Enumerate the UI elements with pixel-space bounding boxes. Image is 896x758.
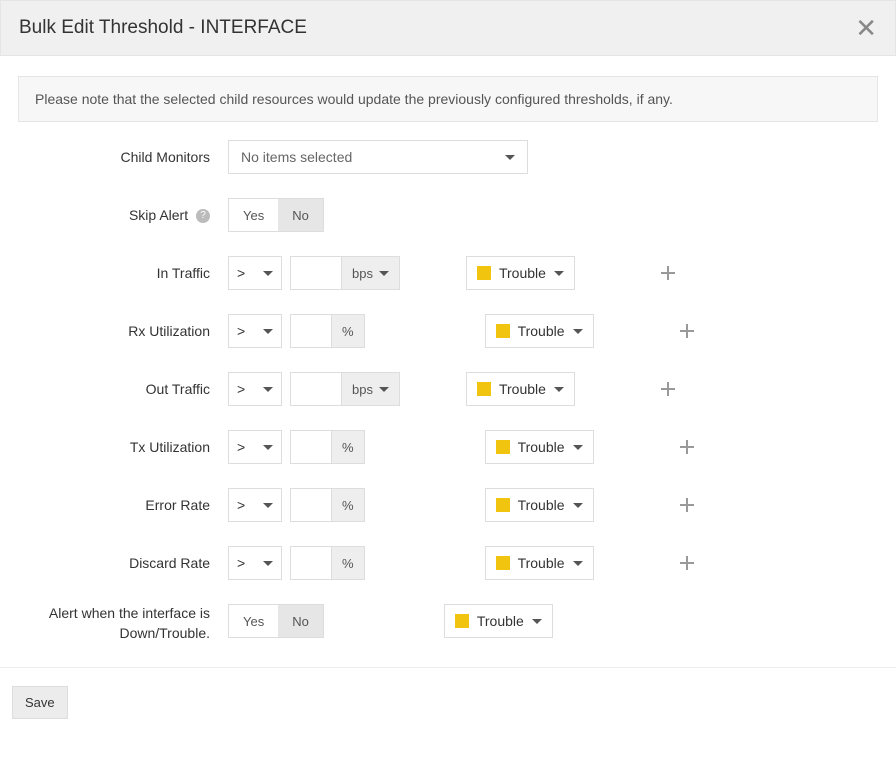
discard-rate-status[interactable]: Trouble [485,546,594,580]
tx-util-add[interactable] [670,430,704,464]
error-rate-value[interactable] [291,489,331,521]
row-skip-alert: Skip Alert ? Yes No [18,198,878,232]
chevron-down-icon [573,329,583,334]
chevron-down-icon [554,387,564,392]
in-traffic-value[interactable] [291,257,341,289]
chevron-down-icon [573,503,583,508]
discard-rate-value[interactable] [291,547,331,579]
tx-util-value-group: % [290,430,365,464]
row-alert-when-down: Alert when the interface is Down/Trouble… [18,604,878,643]
row-out-traffic: Out Traffic > bps Trouble [18,372,878,406]
in-traffic-status[interactable]: Trouble [466,256,575,290]
alert-when-down-no[interactable]: No [278,605,323,637]
discard-rate-add[interactable] [670,546,704,580]
label-rx-util: Rx Utilization [18,315,228,347]
info-notice: Please note that the selected child reso… [18,76,878,122]
label-out-traffic: Out Traffic [18,373,228,405]
label-in-traffic: In Traffic [18,257,228,289]
divider [0,667,896,668]
status-color-icon [496,440,510,454]
error-rate-status[interactable]: Trouble [485,488,594,522]
chevron-down-icon [573,445,583,450]
out-traffic-unit[interactable]: bps [341,373,399,405]
row-rx-util: Rx Utilization > % Trouble [18,314,878,348]
alert-when-down-toggle: Yes No [228,604,324,638]
error-rate-add[interactable] [670,488,704,522]
rx-util-operator[interactable]: > [228,314,282,348]
label-discard-rate: Discard Rate [18,547,228,579]
dialog-title: Bulk Edit Threshold - INTERFACE [19,17,307,39]
out-traffic-status[interactable]: Trouble [466,372,575,406]
chevron-down-icon [263,445,273,450]
discard-rate-unit: % [331,547,364,579]
chevron-down-icon [573,561,583,566]
rx-util-status[interactable]: Trouble [485,314,594,348]
chevron-down-icon [263,561,273,566]
label-child-monitors: Child Monitors [18,141,228,173]
status-color-icon [455,614,469,628]
chevron-down-icon [263,329,273,334]
tx-util-operator[interactable]: > [228,430,282,464]
footer: Save [0,686,896,739]
row-tx-util: Tx Utilization > % Trouble [18,430,878,464]
in-traffic-add[interactable] [651,256,685,290]
rx-util-add[interactable] [670,314,704,348]
skip-alert-no[interactable]: No [278,199,323,231]
chevron-down-icon [505,155,515,160]
row-error-rate: Error Rate > % Trouble [18,488,878,522]
status-color-icon [496,324,510,338]
out-traffic-value-group: bps [290,372,400,406]
out-traffic-add[interactable] [651,372,685,406]
child-monitors-select[interactable]: No items selected [228,140,528,174]
row-discard-rate: Discard Rate > % Trouble [18,546,878,580]
form-area: Child Monitors No items selected Skip Al… [0,140,896,643]
alert-when-down-status[interactable]: Trouble [444,604,553,638]
error-rate-operator[interactable]: > [228,488,282,522]
row-in-traffic: In Traffic > bps Trouble [18,256,878,290]
rx-util-value-group: % [290,314,365,348]
discard-rate-operator[interactable]: > [228,546,282,580]
label-alert-when-down: Alert when the interface is Down/Trouble… [18,604,228,643]
info-icon[interactable]: ? [196,209,210,223]
close-icon[interactable]: ✕ [855,15,877,41]
child-monitors-value: No items selected [241,149,352,165]
discard-rate-value-group: % [290,546,365,580]
in-traffic-operator[interactable]: > [228,256,282,290]
in-traffic-unit[interactable]: bps [341,257,399,289]
rx-util-unit: % [331,315,364,347]
label-error-rate: Error Rate [18,489,228,521]
label-skip-alert: Skip Alert ? [18,199,228,231]
in-traffic-value-group: bps [290,256,400,290]
error-rate-unit: % [331,489,364,521]
chevron-down-icon [263,387,273,392]
chevron-down-icon [554,271,564,276]
chevron-down-icon [379,387,389,392]
tx-util-value[interactable] [291,431,331,463]
status-color-icon [477,266,491,280]
error-rate-value-group: % [290,488,365,522]
label-tx-util: Tx Utilization [18,431,228,463]
chevron-down-icon [379,271,389,276]
dialog-header: Bulk Edit Threshold - INTERFACE ✕ [0,0,896,56]
status-color-icon [496,498,510,512]
status-color-icon [477,382,491,396]
chevron-down-icon [532,619,542,624]
alert-when-down-yes[interactable]: Yes [229,605,278,637]
chevron-down-icon [263,271,273,276]
skip-alert-toggle: Yes No [228,198,324,232]
out-traffic-value[interactable] [291,373,341,405]
row-child-monitors: Child Monitors No items selected [18,140,878,174]
tx-util-unit: % [331,431,364,463]
out-traffic-operator[interactable]: > [228,372,282,406]
tx-util-status[interactable]: Trouble [485,430,594,464]
skip-alert-yes[interactable]: Yes [229,199,278,231]
chevron-down-icon [263,503,273,508]
rx-util-value[interactable] [291,315,331,347]
status-color-icon [496,556,510,570]
save-button[interactable]: Save [12,686,68,719]
